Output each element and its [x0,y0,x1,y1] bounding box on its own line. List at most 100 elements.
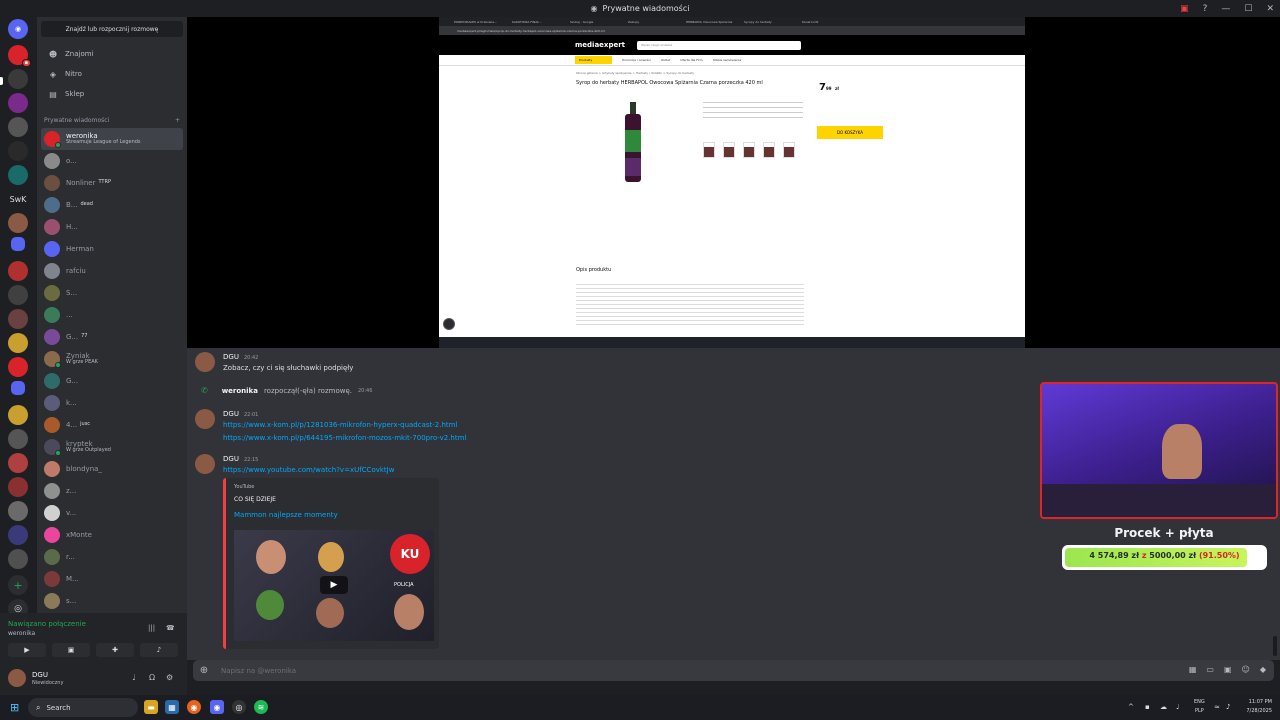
dm-item[interactable]: kryptek W grze Outplayed [41,436,183,458]
dm-item[interactable]: v... [41,502,183,524]
server-icon[interactable] [8,549,28,569]
tray-app-icon[interactable]: ▪ [1145,703,1150,711]
dm-item[interactable]: k... [41,392,183,414]
server-icon[interactable] [8,357,28,377]
close-button[interactable]: ✕ [1266,4,1274,14]
attach-plus-icon[interactable]: ⊕ [193,665,215,676]
sticker-icon[interactable]: ▣ [1224,665,1232,674]
server-icon[interactable] [8,453,28,473]
avatar[interactable] [195,409,215,429]
inbox-icon[interactable]: ▣ [1180,4,1189,14]
dm-item[interactable]: S... [41,282,183,304]
dm-item[interactable]: xMonte [41,524,183,546]
settings-gear-icon[interactable]: ⚙ [166,673,173,682]
maximize-button[interactable]: ☐ [1244,4,1252,14]
dm-item[interactable]: H... [41,216,183,238]
server-icon[interactable] [8,93,28,113]
message-input[interactable]: Napisz na @weronika [221,667,296,675]
chat-scrollbar[interactable] [1273,636,1277,656]
message-composer[interactable]: ⊕ Napisz na @weronika ▦ ▭ ▣ ☺ ◆ [193,660,1274,681]
minimize-button[interactable]: — [1221,4,1230,14]
discord-taskbar-icon[interactable]: ◉ [210,700,224,714]
dm-item[interactable]: o... [41,150,183,172]
message-author[interactable]: DGU 20:42 [223,353,258,361]
avatar[interactable] [195,352,215,372]
dm-item[interactable]: rafciu [41,260,183,282]
activity-button[interactable]: ✚ [96,643,134,657]
soundboard-button[interactable]: ♪ [140,643,178,657]
message-link[interactable]: https://www.youtube.com/watch?v=xUfCCovk… [223,466,394,474]
home-button[interactable]: ◉ [8,19,28,39]
server-icon[interactable] [8,117,28,137]
dm-item[interactable]: B... dead [41,194,183,216]
cloud-icon[interactable]: ☁ [1160,703,1167,711]
disconnect-icon[interactable]: ☎ [166,624,175,632]
mic-tray-icon[interactable]: ♩ [1176,703,1179,711]
apps-icon[interactable]: ◆ [1260,665,1266,674]
file-explorer-icon[interactable]: ▬ [144,700,158,714]
wifi-icon[interactable]: ≈ [1214,703,1220,711]
voice-channel[interactable]: weronika [8,630,35,637]
find-conversation-button[interactable]: Znajdź lub rozpocznij rozmowę [41,21,183,37]
language-indicator[interactable]: ENG PLP [1194,698,1205,716]
avatar[interactable] [8,669,26,687]
dm-item[interactable]: Nonliner TTRP [41,172,183,194]
server-icon[interactable] [8,213,28,233]
server-icon[interactable] [8,429,28,449]
dm-item[interactable]: Herman [41,238,183,260]
nav-nitro[interactable]: ◈ Nitro [41,65,183,83]
chrome-icon[interactable]: ◎ [232,700,246,714]
play-icon[interactable]: ▶ [320,576,348,594]
folder-icon[interactable] [11,381,25,395]
embed-title[interactable]: Mammon najlepsze momenty [234,511,338,519]
folder-icon[interactable] [11,237,25,251]
server-icon[interactable]: ▪ [8,45,31,67]
emoji-icon[interactable]: ☺ [1242,665,1250,674]
server-icon[interactable] [8,261,28,281]
dm-item[interactable]: ... [41,304,183,326]
server-icon[interactable] [8,501,28,521]
message-link[interactable]: https://www.x-kom.pl/p/1281036-mikrofon-… [223,421,457,429]
share-screen-button[interactable]: ▣ [52,643,90,657]
taskbar-clock[interactable]: 11:07 PM 7/28/2025 [1242,698,1272,716]
server-icon[interactable] [8,309,28,329]
spotify-icon[interactable]: ≋ [254,700,268,714]
dm-item[interactable]: r... [41,546,183,568]
volume-icon[interactable]: ♪ [1226,703,1230,711]
dm-item[interactable]: G... 77 [41,326,183,348]
server-icon-swk[interactable]: SwK [8,189,28,209]
camera-button[interactable]: ▶ [8,643,46,657]
server-icon[interactable] [8,333,28,353]
windows-tray-chevron-icon[interactable]: ^ [1128,703,1134,711]
message-link[interactable]: https://www.x-kom.pl/p/644195-mikrofon-m… [223,434,466,442]
store-icon[interactable]: ▦ [165,700,179,714]
nav-friends[interactable]: ☻ Znajomi [41,45,183,63]
dm-item[interactable]: weronika Streamuje League of Legends [41,128,183,150]
dm-item[interactable]: G... [41,370,183,392]
nav-shop[interactable]: ▤ Sklep [41,85,183,103]
server-icon[interactable] [8,525,28,545]
create-dm-button[interactable]: + [175,117,180,124]
server-icon[interactable] [8,405,28,425]
voice-status[interactable]: Nawiązano połączenie [8,620,86,628]
windows-start-icon[interactable]: ⊞ [10,701,19,714]
headphones-icon[interactable]: Ω [149,673,155,682]
taskbar-search[interactable]: ⌕ Search [28,698,138,717]
message-author[interactable]: DGU 22:01 [223,410,258,418]
dm-item[interactable]: s... [41,590,183,612]
gif-icon[interactable]: ▭ [1206,665,1214,674]
dm-item[interactable]: Zyniak W grze PEAK [41,348,183,370]
gift-icon[interactable]: ▦ [1189,665,1197,674]
server-icon[interactable] [8,477,28,497]
dm-item[interactable]: z... [41,480,183,502]
stream-control-button[interactable] [443,318,455,330]
dm-item[interactable]: M... [41,568,183,590]
noise-suppression-icon[interactable]: ||| [148,624,155,632]
server-icon[interactable] [8,165,28,185]
firefox-icon[interactable]: ◉ [187,700,201,714]
avatar[interactable] [195,454,215,474]
message-author[interactable]: DGU 22:15 [223,455,258,463]
server-icon[interactable] [8,285,28,305]
embed-author[interactable]: CO SIĘ DZIEJE [234,496,276,503]
help-icon[interactable]: ? [1203,4,1208,14]
